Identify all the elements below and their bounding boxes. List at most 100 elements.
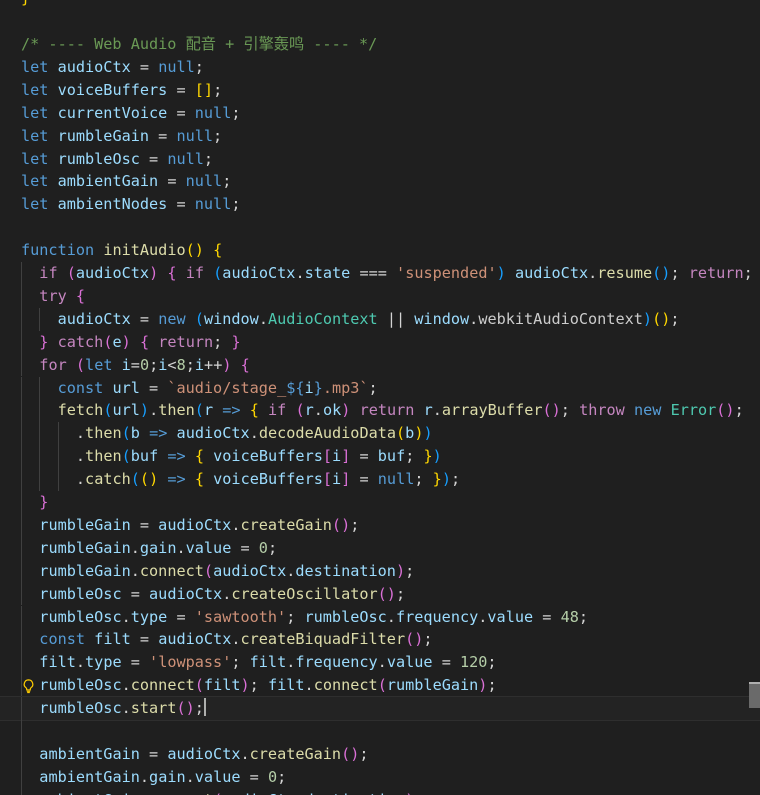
code-line[interactable]: } catch(e) { return; } — [0, 330, 760, 354]
code-line[interactable]: .then(buf => { voiceBuffers[i] = buf; }) — [0, 445, 760, 469]
code-token: ; — [213, 126, 223, 145]
code-token: audioCtx — [57, 57, 131, 76]
code-token: ; — [414, 791, 423, 795]
code-token: . — [140, 791, 149, 795]
code-line[interactable]: const filt = audioCtx.createBiquadFilter… — [0, 628, 760, 652]
code-line[interactable]: ambientGain.gain.value = 0; — [0, 765, 760, 789]
code-line[interactable]: let voiceBuffers = []; — [0, 79, 760, 102]
code-token: ; — [286, 607, 305, 626]
code-line[interactable]: .catch(() => { voiceBuffers[i] = null; }… — [0, 468, 760, 491]
scrollbar-thumb[interactable] — [749, 682, 760, 708]
code-line[interactable] — [0, 10, 760, 33]
code-token: ( — [194, 401, 204, 420]
code-token: = — [350, 447, 378, 466]
code-text: .then(buf => { voiceBuffers[i] = buf; }) — [76, 445, 442, 468]
code-text: for (let i=0;i<8;i++) { — [39, 354, 250, 377]
code-token: filt — [249, 653, 287, 672]
code-line[interactable]: let ambientGain = null; — [0, 170, 760, 193]
code-line[interactable]: } — [0, 491, 760, 514]
code-line[interactable]: try { — [0, 284, 760, 308]
code-line[interactable]: .then(b => audioCtx.decodeAudioData(b)) — [0, 422, 760, 446]
code-token: fetch — [57, 401, 104, 420]
code-line[interactable]: fetch(url).then(r => { if (r.ok) return … — [0, 399, 760, 423]
code-line[interactable]: /* ---- Web Audio 配音 + 引擎轰鸣 ---- */ — [0, 33, 760, 56]
code-line[interactable]: rumbleGain.connect(audioCtx.destination)… — [0, 559, 760, 583]
code-text: rumbleGain = audioCtx.createGain(); — [39, 514, 359, 537]
code-line[interactable]: } — [0, 0, 760, 10]
code-line[interactable]: const url = `audio/stage_${i}.mp3`; — [0, 376, 760, 400]
code-text: rumbleGain.connect(audioCtx.destination)… — [39, 560, 414, 583]
code-line[interactable]: function initAudio() { — [0, 239, 760, 262]
code-line[interactable]: filt.type = 'lowpass'; filt.frequency.va… — [0, 651, 760, 675]
code-token: () — [542, 401, 561, 420]
code-token: 48 — [560, 607, 579, 626]
code-line[interactable]: rumbleGain = audioCtx.createGain(); — [0, 513, 760, 537]
indent-guide — [39, 422, 41, 446]
code-token: ambientGain — [39, 767, 140, 786]
indent-guide — [39, 399, 41, 423]
code-line[interactable]: ambientGain.connect(audioCtx.destination… — [0, 788, 760, 795]
code-token: { — [75, 286, 86, 305]
code-token: . — [130, 561, 140, 580]
code-line[interactable]: let currentVoice = null; — [0, 102, 760, 125]
code-token: then — [85, 447, 122, 466]
indent-guide — [21, 284, 22, 308]
code-token: if — [268, 401, 287, 420]
code-token: rumbleGain — [39, 561, 131, 580]
code-line[interactable]: let audioCtx = null; — [0, 56, 760, 79]
code-text: fetch(url).then(r => { if (r.ok) return … — [58, 399, 744, 422]
code-token: ( — [295, 401, 305, 420]
code-token: { — [194, 447, 204, 466]
code-line[interactable]: audioCtx = new (window.AudioContext || w… — [0, 307, 760, 331]
lightbulb-icon[interactable] — [21, 678, 36, 694]
code-line[interactable]: rumbleGain.gain.value = 0; — [0, 536, 760, 560]
code-token: connect — [139, 561, 204, 580]
code-token: ; — [578, 607, 589, 626]
code-token: filt — [39, 653, 76, 672]
code-line[interactable]: ambientGain = audioCtx.createGain(); — [0, 742, 760, 766]
code-line[interactable]: let rumbleGain = null; — [0, 125, 760, 148]
code-token: let — [85, 355, 113, 374]
code-token: filt — [94, 630, 131, 649]
code-token: createBiquadFilter — [240, 630, 406, 649]
code-line[interactable]: for (let i=0;i<8;i++) { — [0, 353, 760, 377]
code-token: = — [130, 57, 159, 76]
code-line[interactable]: let ambientNodes = null; — [0, 193, 760, 216]
code-line[interactable] — [0, 720, 760, 743]
code-line[interactable]: rumbleOsc.start(); — [0, 696, 760, 721]
code-token: . — [121, 699, 131, 718]
code-text: .catch(() => { voiceBuffers[i] = null; }… — [76, 468, 460, 491]
code-line[interactable]: rumbleOsc.type = 'sawtooth'; rumbleOsc.f… — [0, 605, 760, 629]
code-text: let currentVoice = null; — [21, 102, 241, 125]
code-line[interactable]: let rumbleOsc = null; — [0, 148, 760, 171]
code-token: () — [139, 470, 159, 489]
code-token: webkitAudioContext — [478, 309, 643, 328]
code-token: then — [85, 424, 122, 443]
code-token: ; — [149, 355, 159, 374]
code-line[interactable]: rumbleOsc.connect(filt); filt.connect(ru… — [0, 674, 760, 698]
code-token: . — [377, 653, 387, 672]
code-line[interactable]: rumbleOsc = audioCtx.createOscillator(); — [0, 582, 760, 606]
code-token: ; — [368, 378, 378, 397]
code-token: ambientGain — [39, 791, 140, 795]
indent-guide — [39, 445, 41, 469]
code-token: i — [332, 447, 342, 466]
code-token: audioCtx — [57, 309, 131, 328]
code-token: createGain — [240, 515, 332, 534]
code-text: let rumbleGain = null; — [21, 125, 222, 148]
code-line[interactable] — [0, 216, 760, 239]
code-token: rumbleOsc — [39, 607, 122, 626]
code-editor[interactable]: } /* ---- Web Audio 配音 + 引擎轰鸣 ---- */ let … — [0, 0, 760, 795]
code-line[interactable]: if (audioCtx) { if (audioCtx.state === '… — [0, 262, 760, 285]
code-token: `audio/stage_ — [167, 378, 287, 397]
code-token: rumbleGain — [39, 538, 131, 557]
code-token: i — [332, 470, 342, 489]
code-token: frequency — [395, 607, 479, 626]
code-token: ambientNodes — [57, 195, 168, 214]
